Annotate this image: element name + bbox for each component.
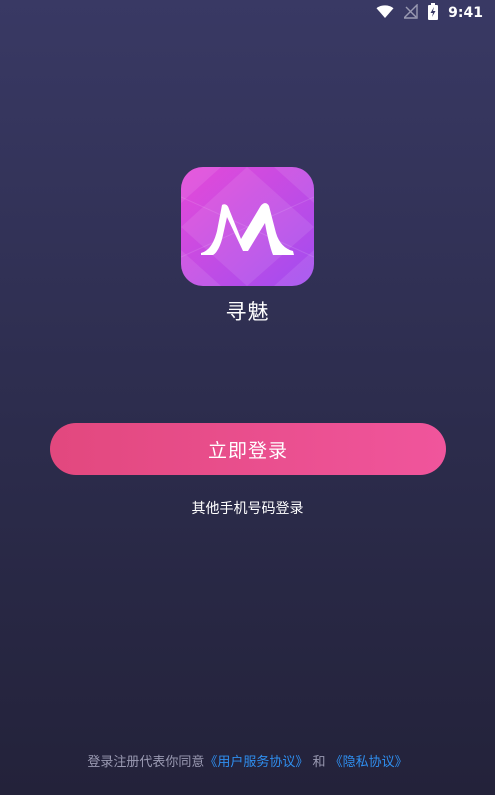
status-icons: 9:41: [376, 2, 483, 24]
status-time: 9:41: [448, 5, 483, 21]
other-phone-login-link[interactable]: 其他手机号码登录: [0, 498, 495, 518]
agreement-prefix: 登录注册代表你同意: [87, 755, 205, 770]
wifi-icon: [376, 4, 394, 23]
login-now-button[interactable]: 立即登录: [50, 423, 446, 475]
agreement-conjunction: 和: [312, 755, 326, 770]
user-agreement-link[interactable]: 《用户服务协议》: [204, 755, 308, 770]
app-logo: [181, 167, 314, 286]
privacy-policy-link[interactable]: 《隐私协议》: [330, 755, 408, 770]
battery-charging-icon: [428, 2, 439, 24]
agreement-text: 登录注册代表你同意《用户服务协议》 和 《隐私协议》: [0, 751, 495, 770]
app-name: 寻魅: [225, 300, 270, 324]
no-signal-icon: [402, 2, 418, 23]
status-bar: 9:41: [0, 0, 495, 26]
